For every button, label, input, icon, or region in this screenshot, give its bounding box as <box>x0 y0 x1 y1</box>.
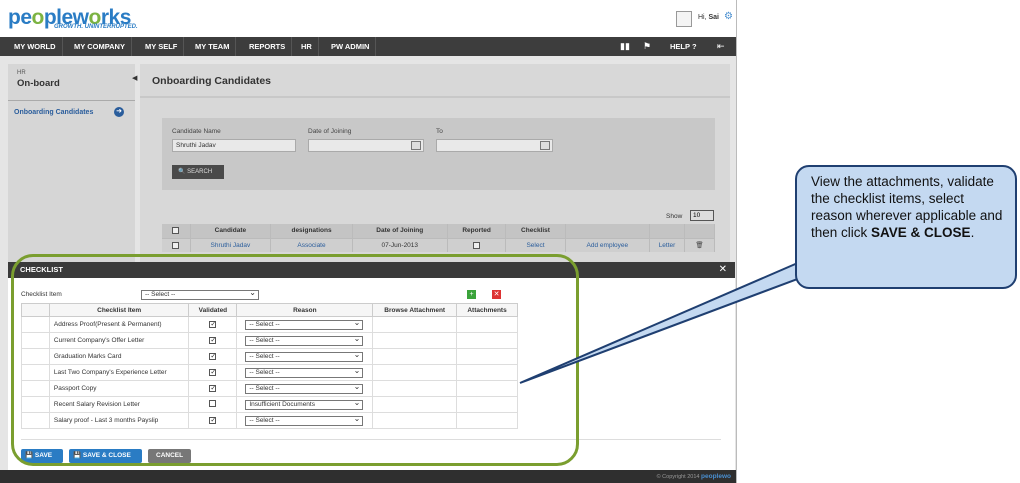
instruction-callout: View the attachments, validate the check… <box>795 165 1017 289</box>
